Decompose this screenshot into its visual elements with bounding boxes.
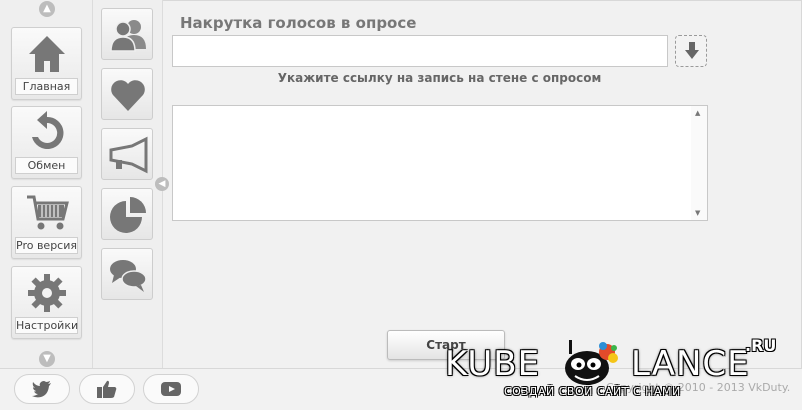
home-icon	[29, 36, 65, 72]
chat-icon	[110, 260, 147, 292]
subnav-comments-button[interactable]	[101, 248, 153, 300]
arrow-down-icon	[685, 42, 699, 59]
twitter-icon	[32, 381, 51, 398]
like-button[interactable]	[79, 374, 135, 404]
gear-icon	[28, 274, 66, 312]
subnav-repost-button[interactable]	[101, 128, 153, 180]
output-textarea[interactable]: ▲ ▼	[172, 105, 708, 221]
main-nav: ▲ Главная Обмен Pro версия Настройки ▼	[0, 0, 93, 368]
subnav-likes-button[interactable]	[101, 68, 153, 120]
watermark-lance-text: LANCE	[631, 344, 750, 384]
watermark-ru-text: .RU	[745, 336, 777, 355]
nav-settings-button[interactable]: Настройки	[11, 266, 82, 339]
nav-home-button[interactable]: Главная	[11, 27, 82, 100]
scroll-up-arrow-icon[interactable]: ▲	[695, 109, 700, 117]
page-title: Накрутка голосов в опросе	[180, 14, 417, 32]
nav-pro-label: Pro версия	[15, 237, 78, 254]
nav-settings-label: Настройки	[15, 317, 79, 334]
subnav-friends-button[interactable]	[101, 8, 153, 60]
watermark-tagline: СОЗДАЙ СВОЙ САЙТ С НАМИ	[504, 385, 681, 398]
cart-icon	[27, 195, 69, 230]
megaphone-icon	[109, 136, 148, 174]
subnav-poll-button[interactable]	[101, 188, 153, 240]
nav-pro-button[interactable]: Pro версия	[11, 186, 82, 259]
sub-nav	[93, 0, 163, 368]
nav-scroll-down-button[interactable]: ▼	[39, 351, 55, 367]
output-scrollbar[interactable]: ▲ ▼	[691, 106, 707, 220]
like-icon	[97, 380, 117, 398]
refresh-icon	[32, 111, 64, 149]
post-url-input[interactable]	[172, 35, 668, 67]
nav-exchange-label: Обмен	[15, 157, 78, 174]
watermark-kube-text: KUBE	[445, 344, 541, 384]
pie-chart-icon	[110, 197, 146, 233]
url-hint: Укажите ссылку на запись на стене с опро…	[277, 71, 602, 85]
kubelance-watermark: KUBE LANCE .RU СОЗДАЙ СВОЙ САЙТ С НАМИ	[445, 336, 785, 410]
paste-button[interactable]	[675, 35, 707, 67]
scroll-down-arrow-icon[interactable]: ▼	[695, 209, 700, 217]
users-icon	[110, 20, 146, 52]
heart-icon	[111, 80, 145, 111]
mascot-icon	[565, 340, 618, 385]
nav-scroll-up-button[interactable]: ▲	[39, 1, 55, 17]
twitter-button[interactable]	[14, 374, 70, 404]
collapse-sidebar-button[interactable]: ◀	[155, 177, 169, 191]
youtube-icon	[161, 382, 181, 396]
youtube-button[interactable]	[143, 374, 199, 404]
nav-exchange-button[interactable]: Обмен	[11, 106, 82, 179]
nav-home-label: Главная	[15, 78, 78, 95]
